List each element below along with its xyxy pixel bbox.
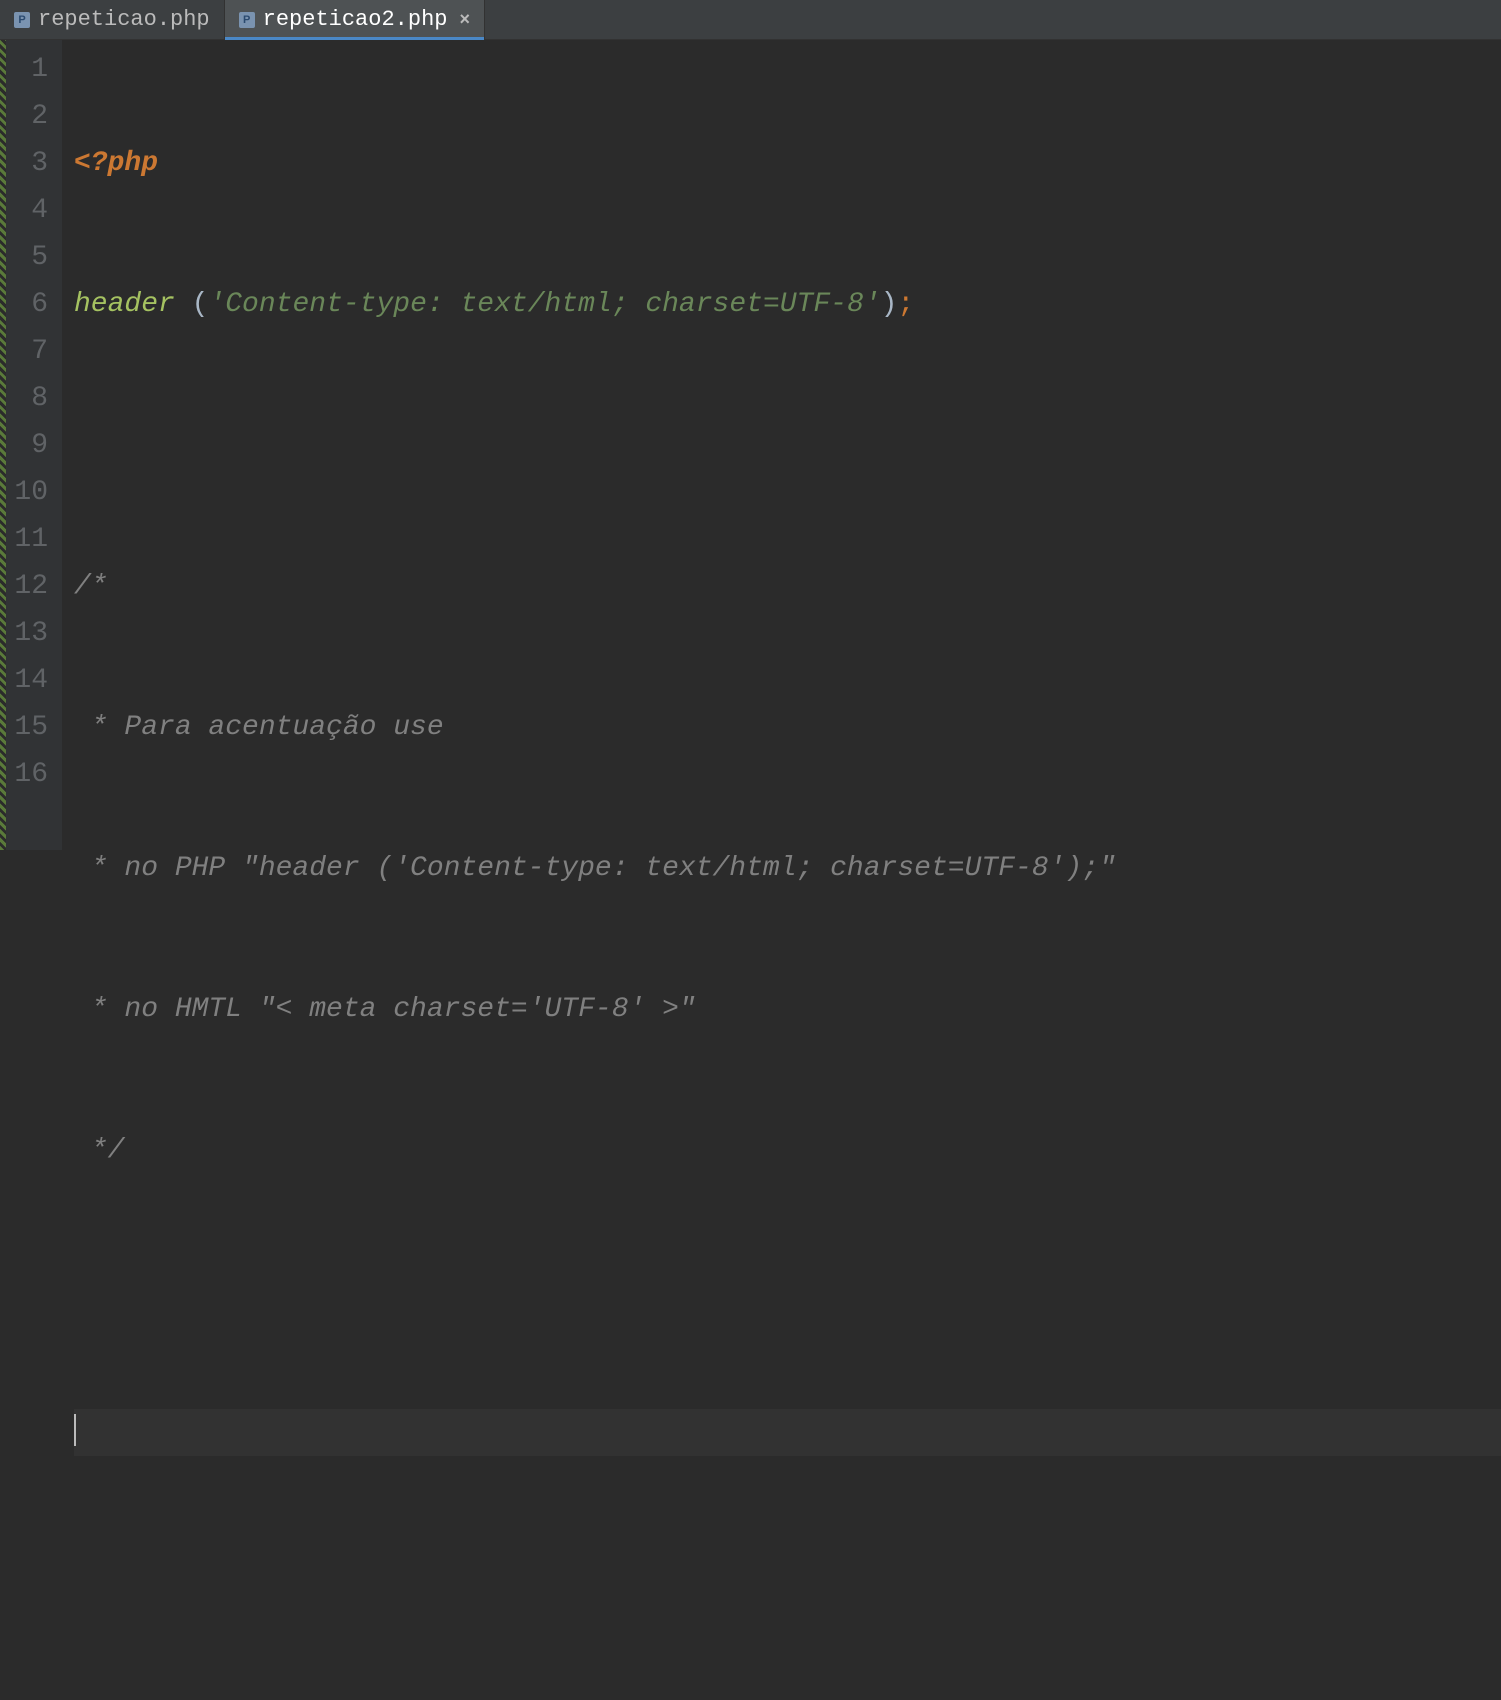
line-number: 13 <box>6 610 48 657</box>
line-number: 2 <box>6 93 48 140</box>
line-number: 16 <box>6 751 48 798</box>
code-line-current <box>74 1409 1501 1456</box>
line-number: 7 <box>6 328 48 375</box>
line-number: 1 <box>6 46 48 93</box>
line-number: 5 <box>6 234 48 281</box>
code-line: // iteração com FOR <box>74 1691 1501 1700</box>
code-line: /* <box>74 563 1501 610</box>
php-file-icon: P <box>14 12 30 28</box>
line-number: 14 <box>6 657 48 704</box>
tab-label: repeticao.php <box>38 7 210 32</box>
line-number: 9 <box>6 422 48 469</box>
code-line: * Para acentuação use <box>74 704 1501 751</box>
line-number: 8 <box>6 375 48 422</box>
caret <box>74 1414 76 1446</box>
line-number: 4 <box>6 187 48 234</box>
code-line: */ <box>74 1127 1501 1174</box>
line-number: 3 <box>6 140 48 187</box>
tab-label: repeticao2.php <box>263 7 448 32</box>
line-number: 12 <box>6 563 48 610</box>
code-line <box>74 1268 1501 1315</box>
gutter: 1 2 3 4 5 6 7 8 9 10 11 12 13 14 15 16 <box>6 40 62 850</box>
code-area[interactable]: <?php header ('Content-type: text/html; … <box>62 40 1501 850</box>
code-line: header ('Content-type: text/html; charse… <box>74 281 1501 328</box>
code-line: <?php <box>74 140 1501 187</box>
php-file-icon: P <box>239 12 255 28</box>
close-icon[interactable]: × <box>459 9 470 30</box>
code-line <box>74 422 1501 469</box>
editor: 1 2 3 4 5 6 7 8 9 10 11 12 13 14 15 16 <… <box>0 40 1501 850</box>
code-line: * no HMTL "< meta charset='UTF-8' >" <box>74 986 1501 1033</box>
line-number: 11 <box>6 516 48 563</box>
line-number: 6 <box>6 281 48 328</box>
code-line: * no PHP "header ('Content-type: text/ht… <box>74 845 1501 892</box>
line-number: 10 <box>6 469 48 516</box>
line-number: 15 <box>6 704 48 751</box>
tab-bar: P repeticao.php P repeticao2.php × <box>0 0 1501 40</box>
code-line <box>74 1550 1501 1597</box>
tab-repeticao[interactable]: P repeticao.php <box>0 0 225 39</box>
tab-repeticao2[interactable]: P repeticao2.php × <box>225 0 485 39</box>
